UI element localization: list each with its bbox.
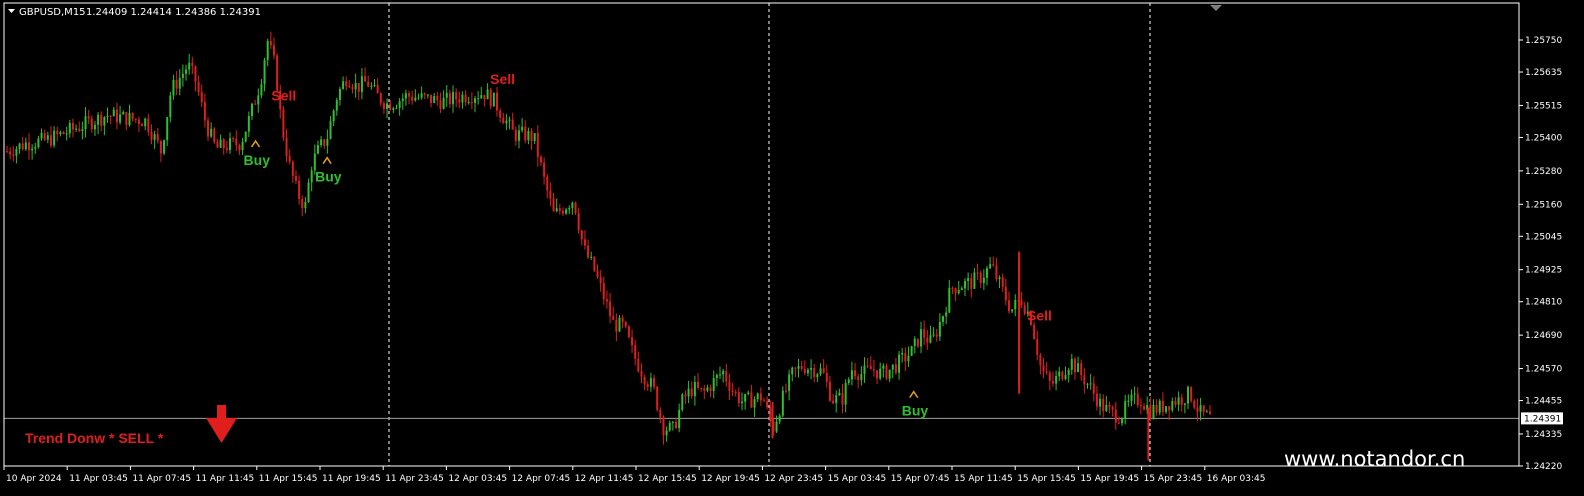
x-tick-label: 11 Apr 23:45: [385, 474, 444, 484]
x-tick-label: 15 Apr 19:45: [1080, 474, 1139, 484]
signal-label: Buy: [315, 169, 342, 185]
signal-label: Buy: [902, 403, 929, 419]
x-tick-label: 11 Apr 07:45: [132, 474, 191, 484]
x-tick-label: 12 Apr 19:45: [701, 474, 760, 484]
x-tick-label: 12 Apr 03:45: [448, 474, 507, 484]
candle: [276, 53, 279, 92]
candle: [492, 92, 495, 107]
candle: [656, 385, 659, 412]
candle: [574, 201, 577, 215]
y-tick-label: 1.25635: [1525, 68, 1562, 78]
y-tick-label: 1.25400: [1525, 133, 1562, 143]
x-tick-label: 11 Apr 19:45: [322, 474, 381, 484]
signal-label: Buy: [244, 152, 271, 168]
y-tick-label: 1.24455: [1525, 397, 1562, 407]
signal-sell: Sell: [271, 88, 296, 104]
candle: [781, 386, 784, 418]
x-tick-label: 15 Apr 07:45: [891, 474, 950, 484]
signal-label: Sell: [1027, 308, 1052, 324]
candle: [489, 87, 492, 110]
svg-text:1.24391: 1.24391: [1524, 414, 1561, 424]
y-tick-label: 1.24220: [1525, 462, 1562, 472]
candle: [885, 363, 888, 381]
candle: [244, 131, 247, 143]
watermark: www.notandor.cn: [1284, 447, 1465, 471]
x-tick-label: 11 Apr 03:45: [69, 474, 128, 484]
x-tick-label: 12 Apr 07:45: [512, 474, 571, 484]
x-tick-label: 12 Apr 15:45: [638, 474, 697, 484]
y-tick-label: 1.25750: [1525, 36, 1562, 46]
candle: [213, 127, 216, 144]
signal-label: Sell: [490, 71, 515, 87]
candle: [163, 139, 166, 156]
y-tick-label: 1.25045: [1525, 232, 1562, 242]
y-tick-label: 1.25280: [1525, 167, 1562, 177]
candle: [627, 325, 630, 339]
x-tick-label: 15 Apr 11:45: [954, 474, 1013, 484]
candle: [1190, 386, 1193, 403]
y-tick-label: 1.25515: [1525, 101, 1562, 111]
candle: [282, 105, 285, 141]
price-chart[interactable]: Buy Sell Buy Sell Buy Sell 1.25750 1.25635 1.25…: [0, 0, 1584, 496]
x-tick-label: 15 Apr 23:45: [1144, 474, 1203, 484]
ohlc-readout: 1.24409 1.24414 1.24386 1.24391: [86, 7, 261, 18]
x-tick-label: 15 Apr 03:45: [828, 474, 887, 484]
y-tick-label: 1.24810: [1525, 298, 1562, 308]
current-price-label: 1.24391: [1521, 412, 1563, 425]
x-tick-label: 16 Apr 03:45: [1207, 474, 1266, 484]
x-tick-label: 11 Apr 11:45: [196, 474, 255, 484]
candle: [910, 345, 913, 357]
y-tick-label: 1.24335: [1525, 430, 1562, 440]
symbol-timeframe: GBPUSD,M15: [19, 7, 86, 18]
x-tick-label: 11 Apr 15:45: [259, 474, 318, 484]
y-tick-label: 1.24925: [1525, 266, 1562, 276]
x-tick-label: 10 Apr 2024: [6, 474, 62, 484]
x-tick-label: 15 Apr 15:45: [1017, 474, 1076, 484]
signal-sell: Sell: [1027, 308, 1052, 324]
signal-sell: Sell: [490, 71, 515, 87]
signal-label: Sell: [271, 88, 296, 104]
y-tick-label: 1.25160: [1525, 200, 1562, 210]
x-tick-label: 12 Apr 11:45: [575, 474, 634, 484]
chart-background: [0, 0, 1584, 496]
candle: [593, 256, 596, 272]
y-tick-label: 1.24690: [1525, 331, 1562, 341]
y-tick-label: 1.24570: [1525, 365, 1562, 375]
candle: [681, 392, 684, 412]
trend-label: Trend Donw * SELL *: [25, 430, 164, 446]
x-tick-label: 12 Apr 23:45: [764, 474, 823, 484]
